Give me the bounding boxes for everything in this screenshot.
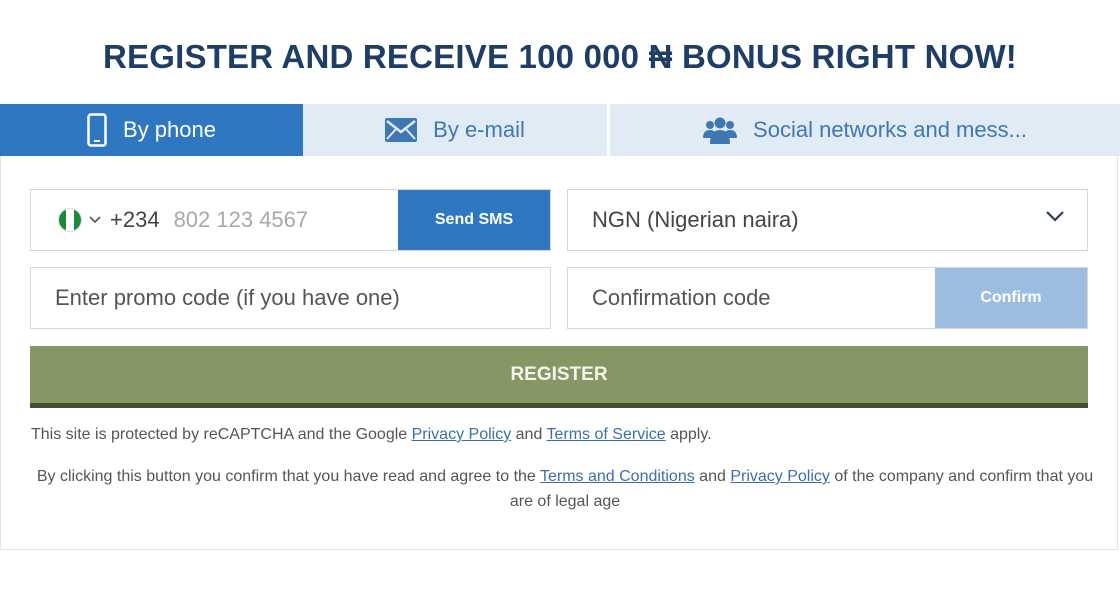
tab-by-email[interactable]: By e-mail xyxy=(303,104,607,156)
agreement-note: By clicking this button you confirm that… xyxy=(36,468,1094,510)
chevron-down-icon xyxy=(1045,210,1065,222)
tab-social-networks[interactable]: Social networks and mess... xyxy=(610,104,1120,156)
phone-input[interactable]: 802 123 4567 xyxy=(174,207,309,233)
phone-field: +234 802 123 4567 Send SMS xyxy=(30,189,551,251)
registration-form: +234 802 123 4567 Send SMS NGN (Nigerian… xyxy=(0,156,1118,550)
tab-by-phone[interactable]: By phone xyxy=(0,104,303,156)
terms-and-conditions-link[interactable]: Terms and Conditions xyxy=(540,468,695,485)
mail-icon xyxy=(385,118,418,142)
currency-select[interactable]: NGN (Nigerian naira) xyxy=(567,189,1088,251)
recaptcha-note: This site is protected by reCAPTCHA and … xyxy=(31,426,712,443)
registration-tabs: By phone By e-mail Social networks and m… xyxy=(0,104,1120,156)
privacy-policy-link[interactable]: Privacy Policy xyxy=(412,426,512,443)
tab-label: By e-mail xyxy=(433,117,525,142)
promo-code-input[interactable]: Enter promo code (if you have one) xyxy=(30,267,551,329)
chevron-down-icon[interactable] xyxy=(89,216,101,224)
tab-label: By phone xyxy=(123,117,216,142)
confirm-button[interactable]: Confirm xyxy=(935,268,1087,328)
page-title: REGISTER AND RECEIVE 100 000 ₦ BONUS RIG… xyxy=(103,38,1017,75)
confirmation-code-input[interactable]: Confirmation code xyxy=(592,285,771,311)
phone-icon xyxy=(87,113,107,147)
company-privacy-policy-link[interactable]: Privacy Policy xyxy=(730,468,830,485)
terms-of-service-link[interactable]: Terms of Service xyxy=(547,426,666,443)
country-code: +234 xyxy=(110,207,160,232)
confirmation-code-field: Confirmation code Confirm xyxy=(567,267,1088,329)
nigeria-flag-icon[interactable] xyxy=(58,208,82,232)
tab-label: Social networks and mess... xyxy=(753,117,1027,142)
users-icon xyxy=(703,116,738,144)
register-button[interactable]: REGISTER xyxy=(30,346,1088,408)
promo-placeholder: Enter promo code (if you have one) xyxy=(55,285,400,310)
send-sms-button[interactable]: Send SMS xyxy=(398,190,550,250)
currency-value: NGN (Nigerian naira) xyxy=(592,207,799,232)
